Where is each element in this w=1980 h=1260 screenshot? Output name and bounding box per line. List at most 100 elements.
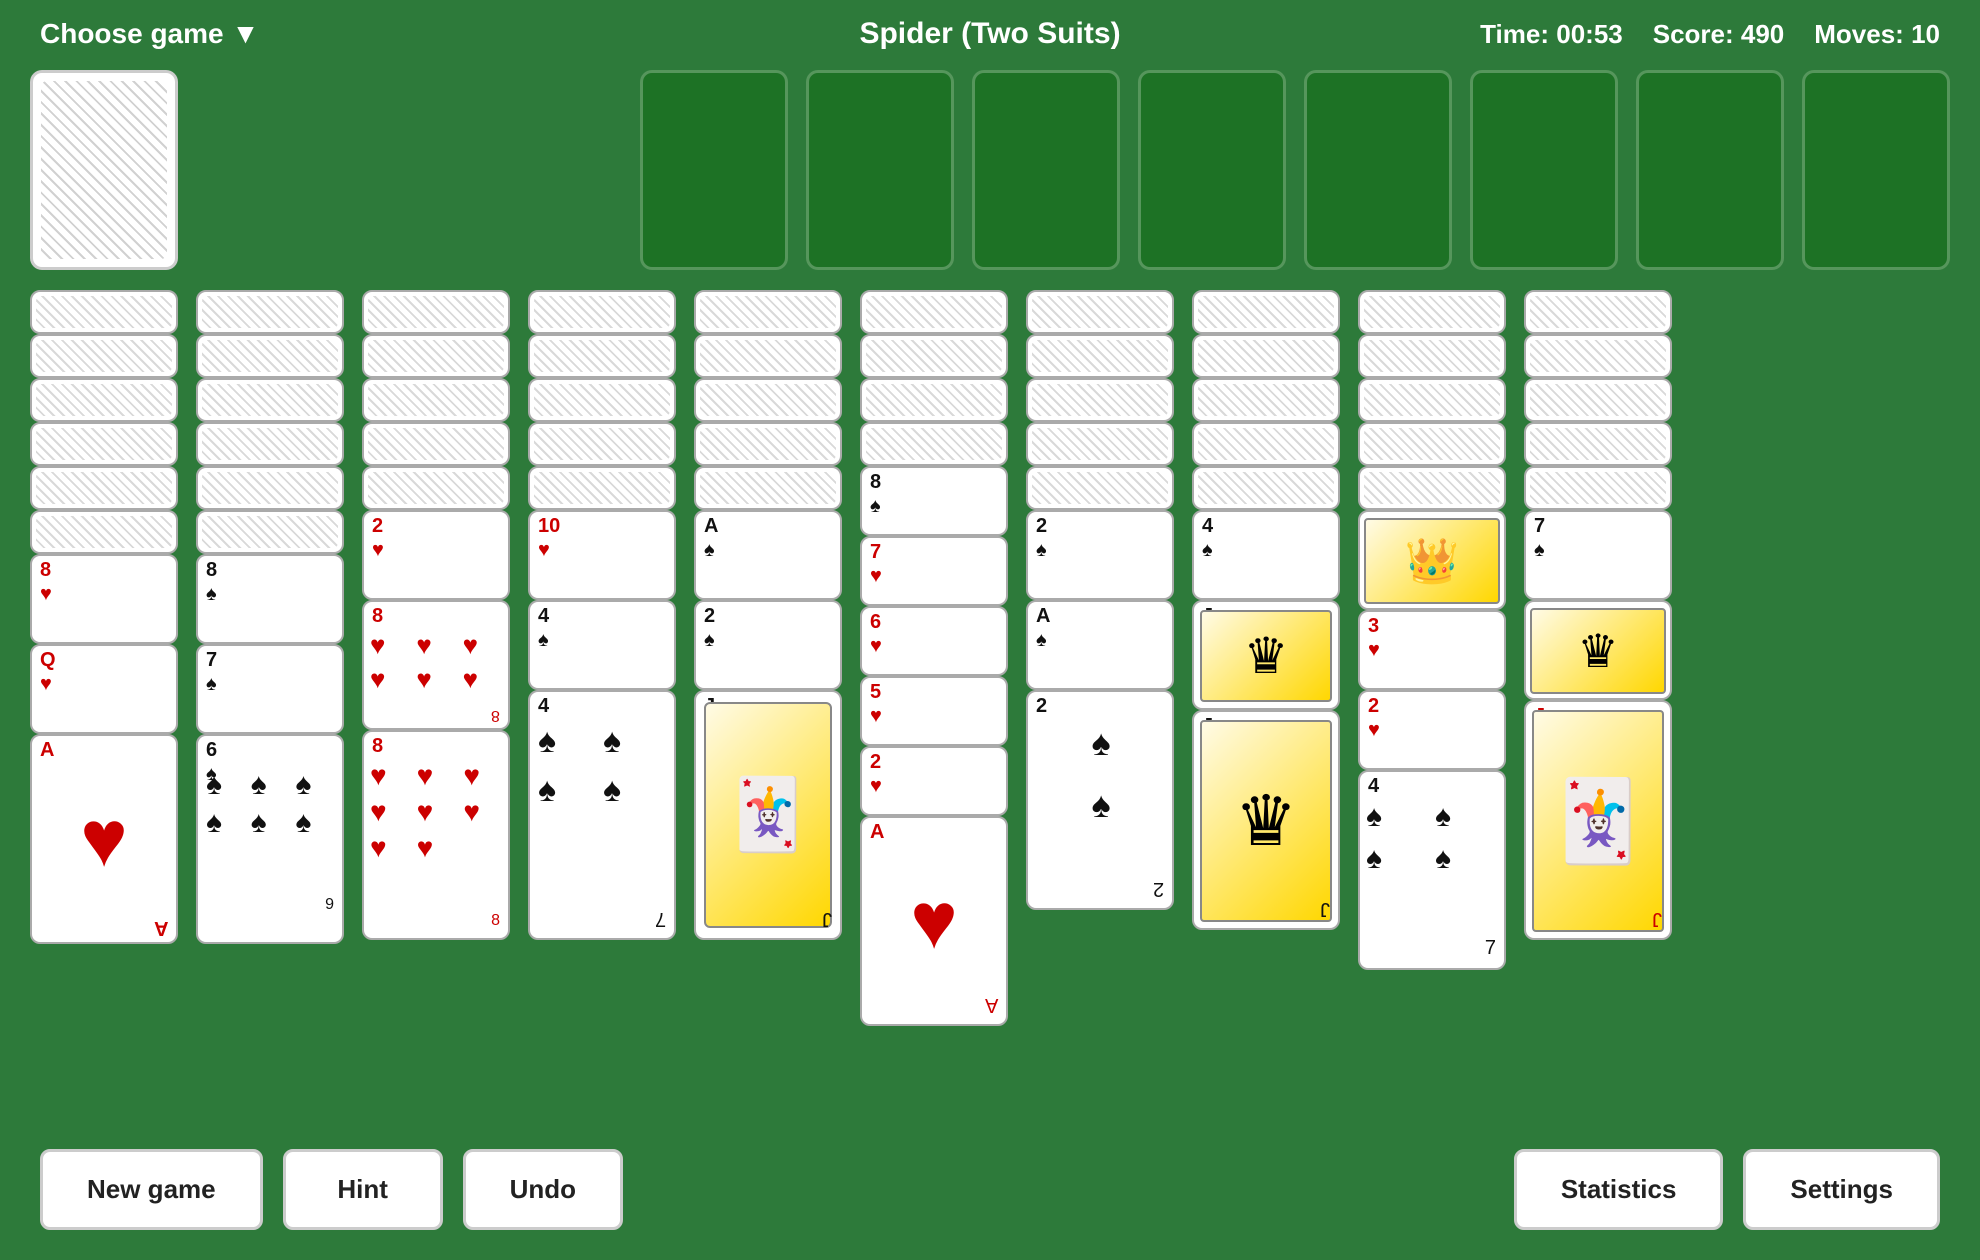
foundation-3 xyxy=(972,70,1120,270)
column-5: A ♠ 2 ♠ J 🃏 J xyxy=(694,290,842,970)
card-rank: 8 xyxy=(206,560,217,580)
table-row xyxy=(1524,422,1672,466)
table-row[interactable]: 4 ♠ xyxy=(528,600,676,690)
suit-pip: ♠ xyxy=(1366,800,1427,834)
foundation-8 xyxy=(1802,70,1950,270)
table-row[interactable]: 7 ♠ xyxy=(196,644,344,734)
stock-pile[interactable] xyxy=(30,70,190,270)
table-row[interactable]: 2 ♥ xyxy=(1358,690,1506,770)
table-row[interactable]: J 🃏 J xyxy=(1524,700,1672,940)
hint-button[interactable]: Hint xyxy=(283,1149,443,1230)
table-row[interactable]: 2 ♠ xyxy=(1026,510,1174,600)
suit-pip: ♠ xyxy=(1435,800,1496,834)
card-rank: 5 xyxy=(870,682,881,702)
suit-pip: ♠ xyxy=(603,771,658,810)
table-row[interactable]: 6 ♠ ♠ ♠ ♠ ♠ ♠ ♠ 9 xyxy=(196,734,344,944)
table-row[interactable]: 6 ♥ xyxy=(860,606,1008,676)
table-row[interactable]: A ♥ A xyxy=(860,816,1008,1026)
table-row[interactable]: 8 ♠ xyxy=(196,554,344,644)
table-row[interactable]: 4 ♠ ♠ ♠ ♠ 7 xyxy=(1358,770,1506,970)
table-row[interactable]: 4 ♠ ♠ ♠ ♠ 7 xyxy=(528,690,676,940)
card-rank: 2 xyxy=(1036,696,1047,716)
card-suit: ♠ xyxy=(538,630,549,650)
card-rank: A xyxy=(1036,606,1050,626)
settings-button[interactable]: Settings xyxy=(1743,1149,1940,1230)
table-row xyxy=(196,290,344,334)
table-row[interactable]: 8 ♥ xyxy=(30,554,178,644)
table-row[interactable]: 3 ♥ xyxy=(1358,610,1506,690)
table-row[interactable]: K 👑 xyxy=(1358,510,1506,610)
suit-pip: ♥ xyxy=(463,796,506,828)
new-game-button[interactable]: New game xyxy=(40,1149,263,1230)
card-suit: ♥ xyxy=(870,776,882,796)
suit-pip: ♠ xyxy=(295,768,336,802)
table-row xyxy=(196,510,344,554)
card-rank: 7 xyxy=(206,650,217,670)
table-row[interactable]: 2 ♠ xyxy=(694,600,842,690)
table-row[interactable]: 8 ♠ xyxy=(860,466,1008,536)
card-rank: 10 xyxy=(538,516,560,536)
card-suit: ♠ xyxy=(206,584,217,604)
card-rank: Q xyxy=(40,650,56,670)
card-rank: 2 xyxy=(372,516,383,536)
foundation-1 xyxy=(640,70,788,270)
card-rank-bottom: 8 xyxy=(491,706,500,724)
choose-game-label: Choose game xyxy=(40,18,224,50)
table-row xyxy=(30,510,178,554)
table-row[interactable]: A ♠ xyxy=(694,510,842,600)
table-row[interactable]: A ♥ A xyxy=(30,734,178,944)
table-row[interactable]: Q ♛ xyxy=(1524,600,1672,700)
column-1: 8 ♥ Q ♥ A ♥ A xyxy=(30,290,178,970)
table-row xyxy=(860,378,1008,422)
card-rank: A xyxy=(40,740,54,760)
table-row[interactable]: 2 ♥ xyxy=(362,510,510,600)
table-row[interactable]: J ♛ J xyxy=(1192,710,1340,930)
table-row[interactable]: 2 ♥ xyxy=(860,746,1008,816)
table-row[interactable]: 7 ♥ xyxy=(860,536,1008,606)
time-display: Time: 00:53 xyxy=(1480,19,1623,50)
table-row xyxy=(528,466,676,510)
suit-pip: ♥ xyxy=(370,796,413,828)
card-suit: ♠ xyxy=(704,630,715,650)
table-row[interactable]: 8 ♥ ♥ ♥ ♥ ♥ ♥ 8 xyxy=(362,600,510,730)
table-row xyxy=(1358,422,1506,466)
suit-pip: ♥ xyxy=(463,664,506,695)
card-rank: 2 xyxy=(870,752,881,772)
card-suit: ♥ xyxy=(40,674,52,694)
card-rank: 6 xyxy=(870,612,881,632)
card-rank: 6 xyxy=(206,740,217,760)
table-row xyxy=(362,422,510,466)
card-rank-bottom: J xyxy=(1320,897,1330,920)
table-row[interactable]: 7 ♠ xyxy=(1524,510,1672,600)
table-row[interactable]: Q ♥ xyxy=(30,644,178,734)
choose-game-button[interactable]: Choose game ▼ xyxy=(40,18,259,50)
face-card-symbol: ♛ xyxy=(1244,627,1289,685)
table-row xyxy=(1192,334,1340,378)
table-row[interactable]: 10 ♥ xyxy=(528,510,676,600)
table-row[interactable]: 5 ♥ xyxy=(860,676,1008,746)
table-row xyxy=(362,334,510,378)
table-row[interactable]: 4 ♠ xyxy=(1192,510,1340,600)
table-row xyxy=(1026,422,1174,466)
table-row[interactable]: 2 ♠ ♠ 2 xyxy=(1026,690,1174,910)
card-rank-bottom: 2 xyxy=(1153,877,1164,900)
tableau: 8 ♥ Q ♥ A ♥ A 8 ♠ 7 ♠ xyxy=(0,280,1980,1040)
column-4: 10 ♥ 4 ♠ 4 ♠ ♠ ♠ ♠ 7 xyxy=(528,290,676,970)
table-row[interactable]: J ♛ xyxy=(1192,600,1340,710)
suit-pip: ♥ xyxy=(417,760,460,792)
header: Choose game ▼ Spider (Two Suits) Time: 0… xyxy=(0,0,1980,60)
table-row xyxy=(694,290,842,334)
statistics-button[interactable]: Statistics xyxy=(1514,1149,1724,1230)
card-suit: ♠ xyxy=(1036,540,1047,560)
card-rank-bottom: 9 xyxy=(325,896,334,914)
card-suit: ♥ xyxy=(538,540,550,560)
table-row[interactable]: 8 ♥ ♥ ♥ ♥ ♥ ♥ ♥ ♥ 8 xyxy=(362,730,510,940)
undo-button[interactable]: Undo xyxy=(463,1149,623,1230)
card-rank-bottom: 7 xyxy=(655,907,666,930)
card-rank: 2 xyxy=(1036,516,1047,536)
card-rank: 8 xyxy=(372,606,383,626)
table-row[interactable]: J 🃏 J xyxy=(694,690,842,940)
dropdown-arrow: ▼ xyxy=(232,18,260,50)
stock-card-back[interactable] xyxy=(30,70,178,270)
table-row[interactable]: A ♠ xyxy=(1026,600,1174,690)
